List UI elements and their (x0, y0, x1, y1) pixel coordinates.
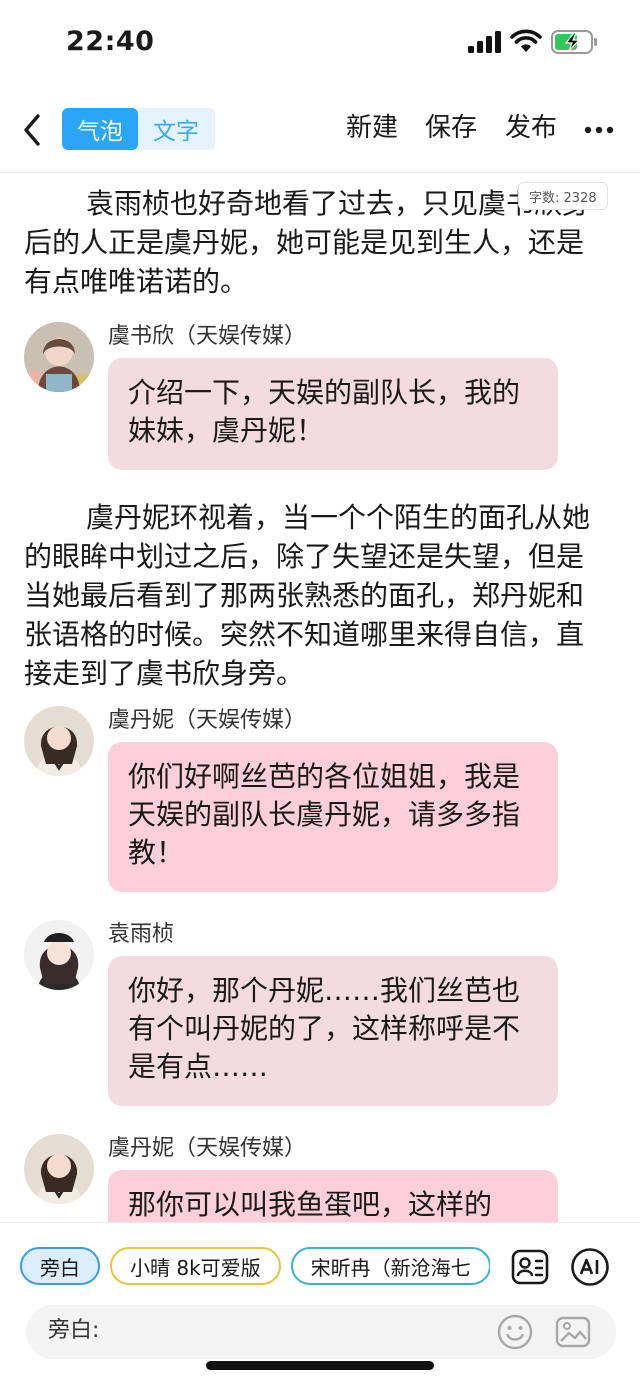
role-chip-list[interactable]: 旁白 小晴 8k可爱版 宋昕冉（新沧海七 (20, 1247, 490, 1287)
speaker-name: 袁雨桢 (108, 922, 175, 947)
avatar[interactable] (24, 920, 94, 990)
avatar[interactable] (24, 706, 94, 776)
story-content[interactable]: 袁雨桢也好奇地看了过去，只见虞书欣身后的人正是虞丹妮，她可能是见到生人，还是有点… (0, 176, 640, 1222)
editor-header: 气泡 文字 新建 保存 发布 (0, 96, 640, 166)
speaker-name: 虞丹妮（天娱传媒） (108, 1136, 307, 1161)
emoji-icon[interactable] (496, 1313, 534, 1351)
role-chip-narrator[interactable]: 旁白 (20, 1247, 100, 1285)
battery-charging-icon (551, 30, 597, 54)
status-time: 22:40 (66, 26, 155, 57)
narration-paragraph[interactable]: 袁雨桢也好奇地看了过去，只见虞书欣身后的人正是虞丹妮，她可能是见到生人，还是有点… (24, 184, 604, 301)
input-role-prefix: 旁白: (48, 1318, 100, 1343)
new-button[interactable]: 新建 (346, 108, 398, 148)
speaker-name: 虞书欣（天娱传媒） (108, 324, 307, 349)
ai-icon[interactable] (570, 1247, 610, 1287)
avatar[interactable] (24, 1134, 94, 1204)
narration-paragraph[interactable]: 虞丹妮环视着，当一个个陌生的面孔从她的眼眸中划过之后，除了失望还是失望，但是当她… (24, 498, 604, 693)
image-icon[interactable] (554, 1313, 592, 1351)
speech-bubble[interactable]: 介绍一下，天娱的副队长，我的妹妹，虞丹妮！ (108, 358, 558, 470)
role-list-icon[interactable] (510, 1247, 550, 1287)
status-bar: 22:40 (0, 0, 640, 88)
save-button[interactable]: 保存 (425, 108, 477, 148)
word-count-badge: 字数: 2328 (518, 182, 608, 210)
signal-icon (468, 31, 501, 53)
avatar[interactable] (24, 322, 94, 392)
message-input-bar: 旁白: (26, 1305, 616, 1359)
back-arrow-icon[interactable] (18, 110, 46, 150)
header-divider (0, 172, 640, 173)
tab-bubble[interactable]: 气泡 (62, 108, 138, 150)
role-chip[interactable]: 宋昕冉（新沧海七 (290, 1247, 490, 1285)
role-selector: 旁白 小晴 8k可爱版 宋昕冉（新沧海七 (0, 1247, 640, 1287)
speech-bubble[interactable]: 那你可以叫我鱼蛋吧，这样的 (108, 1170, 558, 1222)
speech-bubble[interactable]: 你好，那个丹妮……我们丝芭也有个叫丹妮的了，这样称呼是不是有点…… (108, 956, 558, 1106)
speech-bubble[interactable]: 你们好啊丝芭的各位姐姐，我是天娱的副队长虞丹妮，请多多指教！ (108, 742, 558, 892)
message-input[interactable] (116, 1313, 496, 1351)
tab-text[interactable]: 文字 (138, 108, 214, 150)
wifi-icon (510, 29, 542, 52)
more-icon[interactable] (584, 126, 614, 134)
home-indicator (206, 1361, 434, 1370)
role-chip[interactable]: 小晴 8k可爱版 (110, 1247, 281, 1285)
mode-toggle: 气泡 文字 (62, 108, 215, 150)
speaker-name: 虞丹妮（天娱传媒） (108, 708, 307, 733)
publish-button[interactable]: 发布 (505, 108, 557, 148)
